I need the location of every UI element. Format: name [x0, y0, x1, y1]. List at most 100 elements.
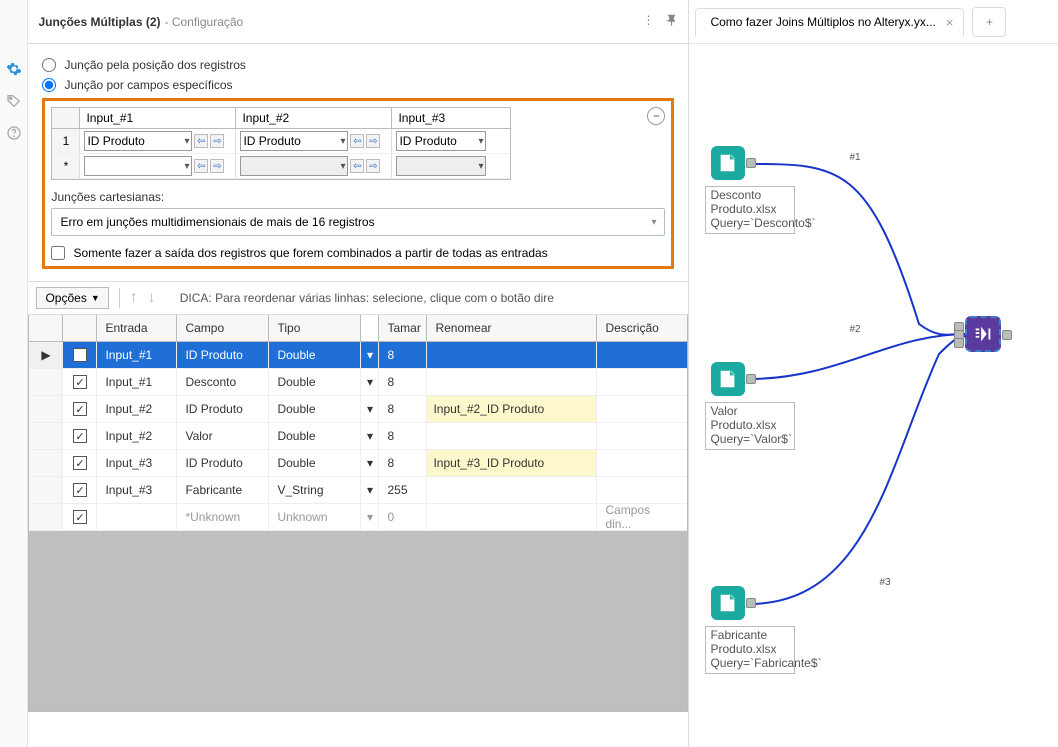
- input-node-2[interactable]: [711, 362, 745, 396]
- pin-icon[interactable]: [664, 13, 678, 30]
- cell-rename[interactable]: [427, 477, 597, 503]
- cell-tam: 8: [379, 423, 427, 449]
- field-select-3[interactable]: ID Produto▾: [396, 131, 486, 151]
- input-node-1[interactable]: [711, 146, 745, 180]
- type-dropdown-icon[interactable]: ▾: [361, 423, 379, 449]
- workflow-tab[interactable]: Como fazer Joins Múltiplos no Alteryx.yx…: [695, 8, 964, 36]
- row-checkbox[interactable]: [63, 450, 97, 476]
- move-right-icon[interactable]: ⇨: [210, 134, 224, 148]
- row-checkbox[interactable]: [63, 477, 97, 503]
- close-tab-icon[interactable]: ×: [946, 15, 954, 30]
- grid-row[interactable]: Input_#2 Valor Double ▾ 8: [29, 423, 687, 450]
- grid-row[interactable]: Input_#1 Desconto Double ▾ 8: [29, 369, 687, 396]
- cell-tipo: Double: [269, 423, 361, 449]
- field-select-2[interactable]: ID Produto▾: [240, 131, 348, 151]
- move-right-icon[interactable]: ⇨: [366, 134, 380, 148]
- join-multiple-node[interactable]: [965, 316, 1001, 352]
- row-marker: [29, 423, 63, 449]
- cell-tipo: Double: [269, 342, 361, 368]
- help-icon[interactable]: [5, 124, 23, 142]
- field-select-1[interactable]: ID Produto▾: [84, 131, 192, 151]
- cell-entrada: Input_#1: [97, 342, 177, 368]
- gear-icon[interactable]: [5, 60, 23, 78]
- new-tab-button[interactable]: +: [972, 7, 1006, 37]
- cell-desc: [597, 369, 687, 395]
- cell-campo: Valor: [177, 423, 269, 449]
- cell-rename[interactable]: Input_#3_ID Produto: [427, 450, 597, 476]
- grid-row[interactable]: Input_#3 ID Produto Double ▾ 8 Input_#3_…: [29, 450, 687, 477]
- grid-row[interactable]: Input_#3 Fabricante V_String ▾ 255: [29, 477, 687, 504]
- type-dropdown-icon[interactable]: ▾: [361, 477, 379, 503]
- input-data-icon: [711, 362, 745, 396]
- move-left-icon[interactable]: ⇦: [194, 159, 208, 173]
- only-joined-label: Somente fazer a saída dos registros que …: [73, 246, 547, 260]
- cell-rename[interactable]: [427, 504, 597, 530]
- cell-desc: [597, 477, 687, 503]
- only-joined-checkbox[interactable]: Somente fazer a saída dos registros que …: [51, 246, 665, 260]
- row-marker: [29, 369, 63, 395]
- move-right-icon[interactable]: ⇨: [210, 159, 224, 173]
- grid-empty-area: [29, 531, 687, 711]
- remove-row-button[interactable]: −: [647, 107, 665, 125]
- node-label-2: Valor Produto.xlsx Query=`Valor$`: [705, 402, 795, 450]
- radio-label: Junção pela posição dos registros: [64, 58, 245, 72]
- fields-grid-toolbar: Opções▼ ↑ ↓ DICA: Para reordenar várias …: [28, 281, 688, 315]
- radio-by-position[interactable]: Junção pela posição dos registros: [42, 58, 674, 72]
- grid-row[interactable]: ▶ Input_#1 ID Produto Double ▾ 8: [29, 342, 687, 369]
- col-type-dd: [361, 315, 379, 341]
- node-label-3: Fabricante Produto.xlsx Query=`Fabricant…: [705, 626, 795, 674]
- col-input1: Input_#1: [80, 108, 236, 128]
- row-marker: [29, 396, 63, 422]
- col-input3: Input_#3: [392, 108, 510, 128]
- cell-rename[interactable]: [427, 423, 597, 449]
- cell-rename[interactable]: [427, 342, 597, 368]
- move-down-icon[interactable]: ↓: [148, 289, 156, 307]
- col-desc: Descrição: [597, 315, 687, 341]
- move-left-icon[interactable]: ⇦: [194, 134, 208, 148]
- tab-label: Como fazer Joins Múltiplos no Alteryx.yx…: [710, 15, 935, 29]
- menu-icon[interactable]: ⋮: [642, 13, 654, 30]
- cell-entrada: Input_#3: [97, 477, 177, 503]
- chevron-down-icon: ▾: [651, 217, 656, 228]
- workflow-canvas[interactable]: #1 #2 #3 Desconto Produto.xlsx Query=`De…: [689, 44, 1058, 747]
- cell-campo: Fabricante: [177, 477, 269, 503]
- col-input2: Input_#2: [236, 108, 392, 128]
- cell-rename[interactable]: [427, 369, 597, 395]
- move-left-icon[interactable]: ⇦: [350, 134, 364, 148]
- row-checkbox[interactable]: [63, 504, 97, 530]
- cell-tam: 8: [379, 396, 427, 422]
- input-data-icon: [711, 586, 745, 620]
- workflow-tab-bar: Como fazer Joins Múltiplos no Alteryx.yx…: [689, 0, 1058, 44]
- radio-label: Junção por campos específicos: [64, 78, 232, 92]
- input-node-3[interactable]: [711, 586, 745, 620]
- options-button[interactable]: Opções▼: [36, 287, 108, 309]
- cartesian-select[interactable]: Erro em junções multidimensionais de mai…: [51, 208, 665, 236]
- cell-entrada: Input_#2: [97, 423, 177, 449]
- field-select-empty[interactable]: ▾: [84, 156, 192, 176]
- col-check: [63, 315, 97, 341]
- radio-by-fields[interactable]: Junção por campos específicos: [42, 78, 674, 92]
- grid-row[interactable]: *Unknown Unknown ▾ 0 Campos din...: [29, 504, 687, 531]
- row-checkbox[interactable]: [63, 423, 97, 449]
- move-left-icon[interactable]: ⇦: [350, 159, 364, 173]
- cell-desc: [597, 396, 687, 422]
- cell-campo: ID Produto: [177, 396, 269, 422]
- tool-subtitle: - Configuração: [165, 15, 244, 29]
- type-dropdown-icon[interactable]: ▾: [361, 342, 379, 368]
- move-up-icon[interactable]: ↑: [130, 289, 138, 307]
- tag-icon[interactable]: [5, 92, 23, 110]
- cell-desc: [597, 423, 687, 449]
- join-config-highlight: Input_#1 Input_#2 Input_#3 1 ID Produto▾…: [42, 98, 674, 269]
- cell-entrada: Input_#3: [97, 450, 177, 476]
- type-dropdown-icon[interactable]: ▾: [361, 504, 379, 530]
- cell-rename[interactable]: Input_#2_ID Produto: [427, 396, 597, 422]
- row-checkbox[interactable]: [63, 369, 97, 395]
- move-right-icon[interactable]: ⇨: [366, 159, 380, 173]
- row-checkbox[interactable]: [63, 342, 97, 368]
- type-dropdown-icon[interactable]: ▾: [361, 369, 379, 395]
- grid-row[interactable]: Input_#2 ID Produto Double ▾ 8 Input_#2_…: [29, 396, 687, 423]
- type-dropdown-icon[interactable]: ▾: [361, 450, 379, 476]
- cell-tipo: V_String: [269, 477, 361, 503]
- type-dropdown-icon[interactable]: ▾: [361, 396, 379, 422]
- row-checkbox[interactable]: [63, 396, 97, 422]
